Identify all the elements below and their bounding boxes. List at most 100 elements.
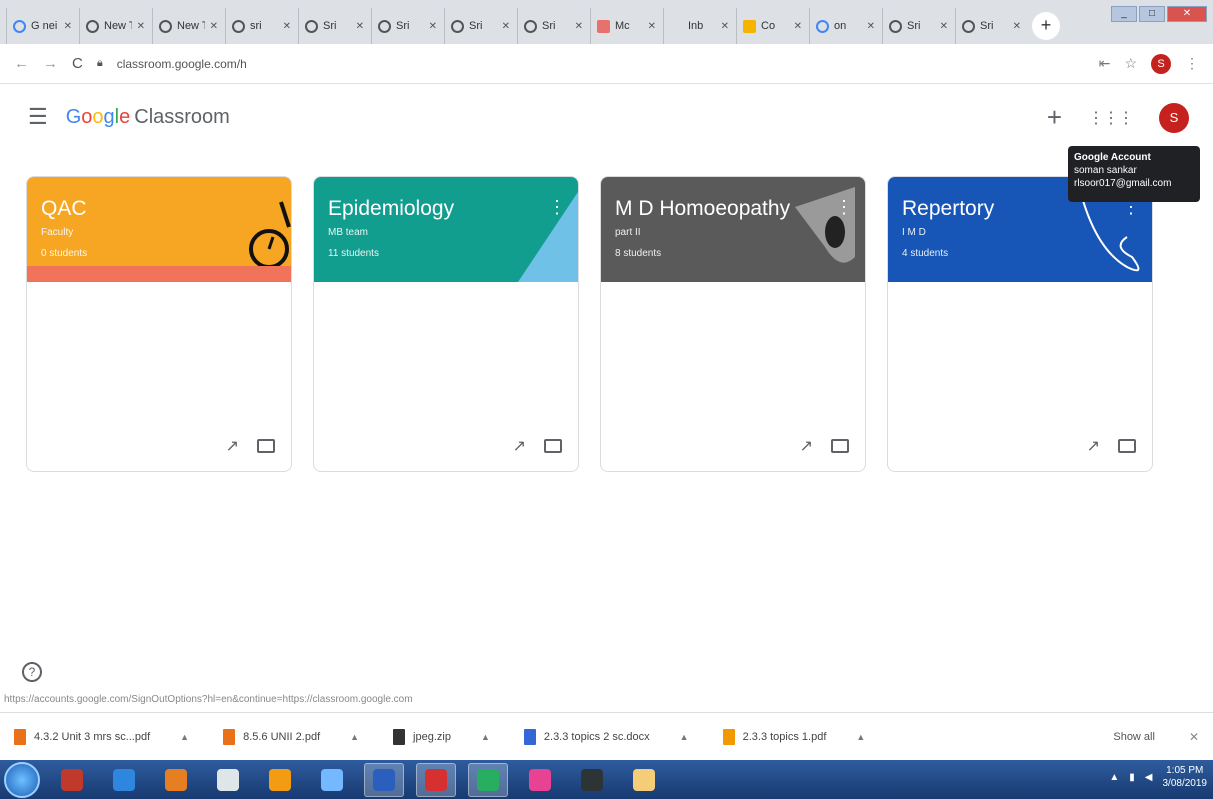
tab-close-icon[interactable]: ✕ <box>794 21 802 32</box>
browser-tab[interactable]: Sri ✕ <box>371 8 443 44</box>
class-card[interactable]: M D Homoeopathy part II 8 students ⋮ ↗ <box>600 176 866 472</box>
taskbar-media-button[interactable] <box>156 763 196 797</box>
card-more-icon[interactable]: ⋮ <box>835 197 853 218</box>
tab-title: Sri <box>396 20 410 32</box>
taskbar-chrome-button[interactable] <box>468 762 508 797</box>
tab-close-icon[interactable]: ✕ <box>429 21 437 32</box>
maximize-button[interactable]: □ <box>1139 6 1165 22</box>
class-card-banner[interactable]: QAC Faculty 0 students <box>27 177 291 282</box>
account-avatar[interactable]: S <box>1159 102 1189 133</box>
card-more-icon[interactable]: ⋮ <box>548 197 566 218</box>
browser-tab[interactable]: sri ✕ <box>225 8 297 44</box>
trending-icon[interactable]: ↗ <box>513 436 526 456</box>
back-icon[interactable]: ← <box>14 55 29 72</box>
chevron-up-icon[interactable]: ▲ <box>680 732 689 742</box>
browser-tab[interactable]: Sri ✕ <box>882 8 954 44</box>
class-card[interactable]: QAC Faculty 0 students ↗ <box>26 176 292 472</box>
browser-tab[interactable]: Mc ✕ <box>590 8 662 44</box>
file-icon <box>393 728 406 745</box>
trending-icon[interactable]: ↗ <box>226 436 239 456</box>
taskbar-opera-button[interactable] <box>416 762 456 797</box>
new-tab-button[interactable]: + <box>1032 12 1060 40</box>
download-item[interactable]: 4.3.2 Unit 3 mrs sc...pdf ▲ <box>14 728 189 745</box>
tab-title: Sri <box>907 20 921 32</box>
reload-icon[interactable]: C <box>72 55 83 72</box>
browser-tab[interactable]: Inb ✕ <box>663 8 735 44</box>
browser-tab[interactable]: Sri ✕ <box>444 8 516 44</box>
folder-icon[interactable] <box>544 439 562 453</box>
taskbar-calculator-button[interactable] <box>572 763 612 797</box>
taskbar-folder-button[interactable] <box>624 763 664 797</box>
browser-profile-avatar[interactable]: S <box>1151 53 1171 74</box>
folder-icon[interactable] <box>257 439 275 453</box>
tab-list: G nei ✕ New Ta ✕ New Ta ✕ sri ✕ Sri ✕ Sri ✕ Sri ✕ Sri ✕… <box>6 8 1028 44</box>
tab-close-icon[interactable]: ✕ <box>721 21 729 32</box>
taskbar-vlc-button[interactable] <box>260 763 300 797</box>
class-card[interactable]: Repertory I M D 4 students ⋮ ↗ <box>887 176 1153 472</box>
browser-menu-icon[interactable]: ⋮ <box>1185 55 1199 72</box>
browser-tab[interactable]: on ✕ <box>809 8 881 44</box>
chevron-up-icon[interactable]: ▲ <box>350 732 359 742</box>
browser-tab[interactable]: New Ta ✕ <box>152 8 224 44</box>
tab-close-icon[interactable]: ✕ <box>1013 21 1021 32</box>
show-all-downloads-link[interactable]: Show all <box>1113 731 1155 743</box>
class-title[interactable]: M D Homoeopathy <box>615 197 851 221</box>
add-class-button[interactable]: + <box>1047 102 1062 133</box>
browser-tab[interactable]: Sri ✕ <box>955 8 1027 44</box>
volume-icon[interactable]: ◀ <box>1145 772 1153 783</box>
trending-icon[interactable]: ↗ <box>1087 436 1100 456</box>
folder-icon[interactable] <box>1118 439 1136 453</box>
network-icon[interactable]: ▮ <box>1129 772 1135 783</box>
tray-arrow-icon[interactable]: ▲ <box>1109 772 1119 783</box>
tab-close-icon[interactable]: ✕ <box>648 21 656 32</box>
chevron-up-icon[interactable]: ▲ <box>180 732 189 742</box>
browser-tab[interactable]: New Ta ✕ <box>79 8 151 44</box>
tab-close-icon[interactable]: ✕ <box>356 21 364 32</box>
download-item[interactable]: jpeg.zip ▲ <box>393 728 490 745</box>
taskbar-search-button[interactable] <box>208 763 248 797</box>
clock[interactable]: 1:05 PM 3/08/2019 <box>1163 764 1208 790</box>
download-item[interactable]: 2.3.3 topics 1.pdf ▲ <box>722 728 865 745</box>
chevron-up-icon[interactable]: ▲ <box>481 732 490 742</box>
class-card[interactable]: Epidemiology MB team 11 students ⋮ ↗ <box>313 176 579 472</box>
tab-close-icon[interactable]: ✕ <box>867 21 875 32</box>
browser-tab[interactable]: Sri ✕ <box>298 8 370 44</box>
tab-close-icon[interactable]: ✕ <box>575 21 583 32</box>
tab-close-icon[interactable]: ✕ <box>210 21 218 32</box>
browser-tab[interactable]: Sri ✕ <box>517 8 589 44</box>
tab-close-icon[interactable]: ✕ <box>64 21 72 32</box>
google-apps-icon[interactable]: ⋮⋮⋮ <box>1088 108 1134 128</box>
close-downloads-icon[interactable]: ✕ <box>1189 730 1199 744</box>
bookmark-star-icon[interactable]: ☆ <box>1124 55 1137 72</box>
trending-icon[interactable]: ↗ <box>800 436 813 456</box>
classroom-logo[interactable]: Google Classroom <box>66 106 230 129</box>
tab-close-icon[interactable]: ✕ <box>502 21 510 32</box>
taskbar-paint-button[interactable] <box>520 763 560 797</box>
minimize-button[interactable]: _ <box>1111 6 1137 22</box>
browser-tab[interactable]: G nei ✕ <box>6 8 78 44</box>
tab-close-icon[interactable]: ✕ <box>283 21 291 32</box>
taskbar-ie-button[interactable] <box>104 763 144 797</box>
tab-close-icon[interactable]: ✕ <box>137 21 145 32</box>
extension-icon[interactable]: ⇤ <box>1099 55 1111 72</box>
taskbar-network-button[interactable] <box>312 763 352 797</box>
lock-icon[interactable]: 🔒︎ <box>97 57 103 70</box>
chevron-up-icon[interactable]: ▲ <box>856 732 865 742</box>
forward-icon[interactable]: → <box>43 55 58 72</box>
taskbar-word-button[interactable] <box>364 762 404 797</box>
download-item[interactable]: 8.5.6 UNII 2.pdf ▲ <box>223 728 359 745</box>
window-close-button[interactable]: ✕ <box>1167 6 1207 22</box>
taskbar-acrobat-button[interactable] <box>52 763 92 797</box>
help-icon[interactable]: ? <box>22 662 42 682</box>
class-title[interactable]: QAC <box>41 197 277 221</box>
folder-icon[interactable] <box>831 439 849 453</box>
tab-close-icon[interactable]: ✕ <box>940 21 948 32</box>
class-title[interactable]: Epidemiology <box>328 197 564 221</box>
start-button[interactable] <box>4 761 40 798</box>
download-item[interactable]: 2.3.3 topics 2 sc.docx ▲ <box>523 728 689 745</box>
main-menu-icon[interactable]: ☰ <box>28 104 48 130</box>
browser-tab[interactable]: Co ✕ <box>736 8 808 44</box>
class-card-banner[interactable]: M D Homoeopathy part II 8 students ⋮ <box>601 177 865 282</box>
url-input[interactable]: classroom.google.com/h <box>117 57 1085 71</box>
class-card-banner[interactable]: Epidemiology MB team 11 students ⋮ <box>314 177 578 282</box>
